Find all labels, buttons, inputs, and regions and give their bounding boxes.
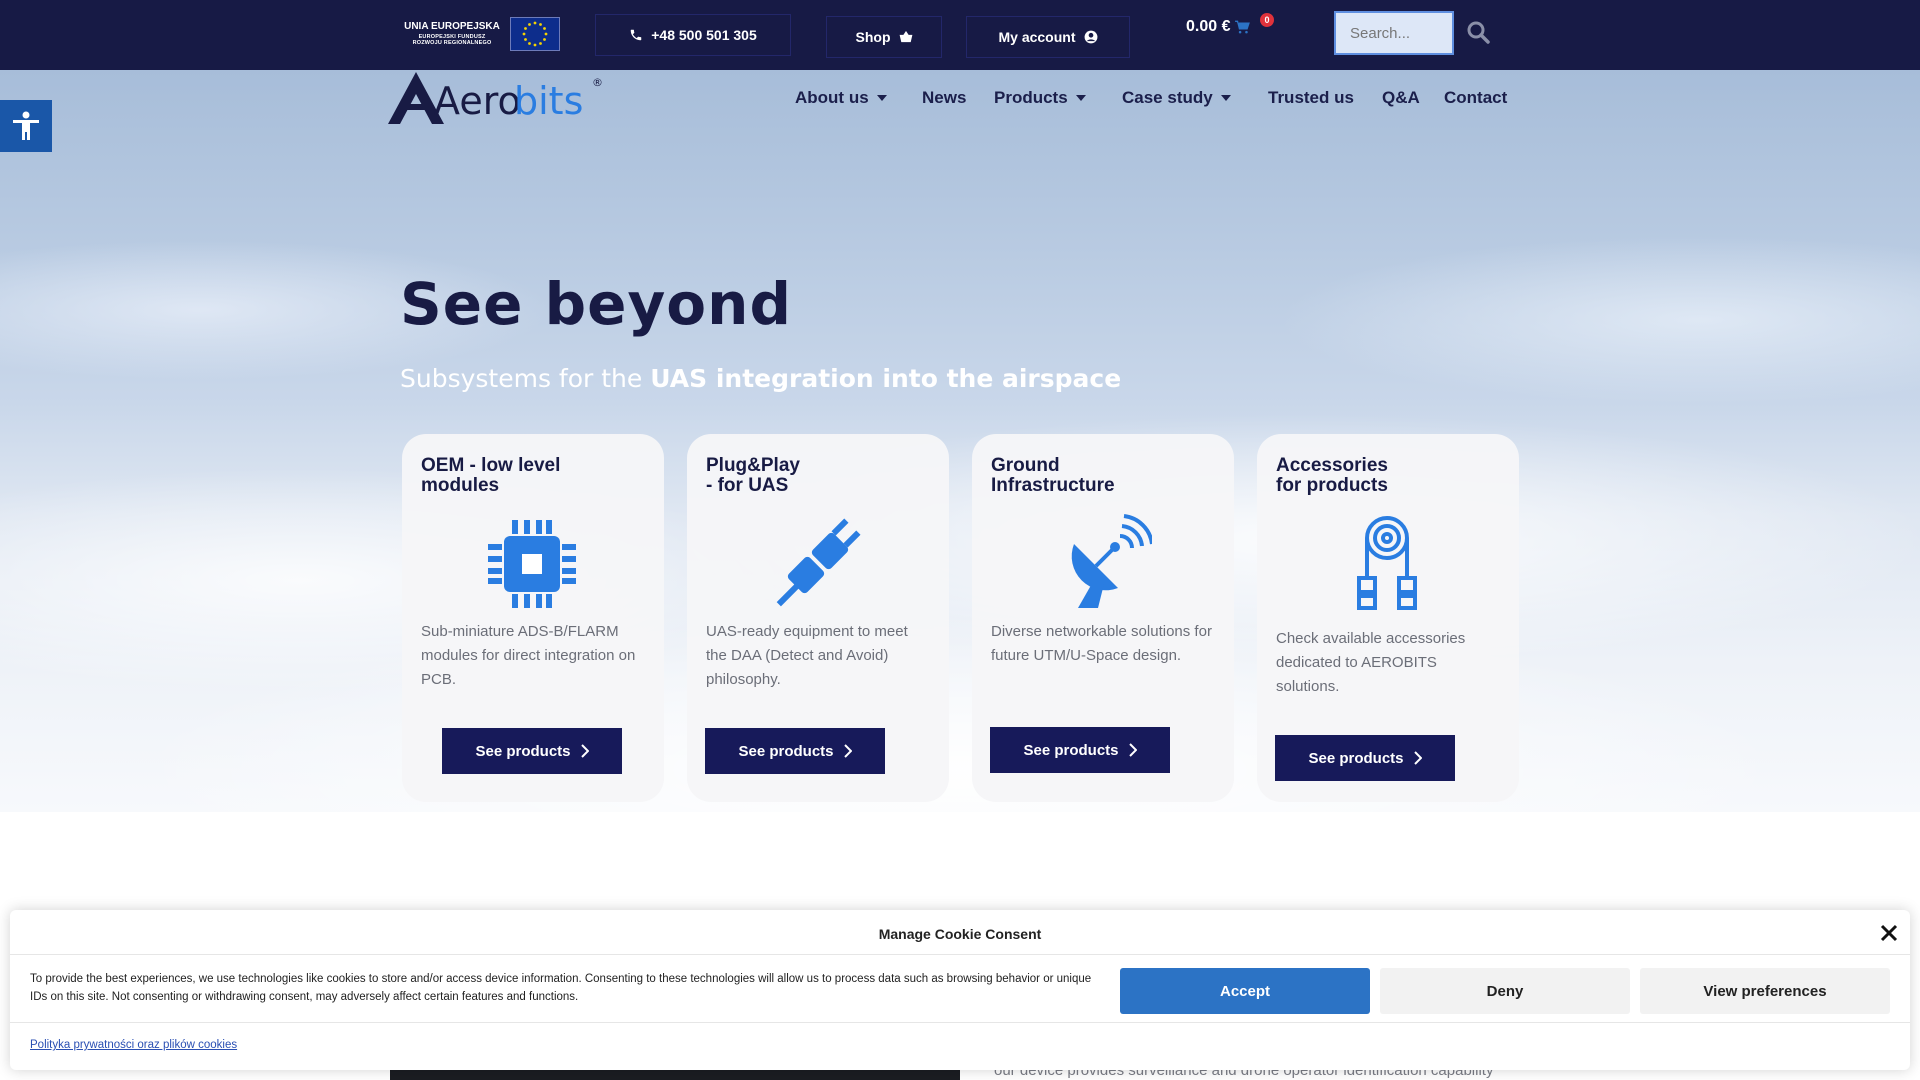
nav-trusted-us[interactable]: Trusted us — [1268, 88, 1354, 108]
divider — [10, 954, 1910, 955]
search-icon — [1467, 21, 1490, 44]
cart-count-badge: 0 — [1260, 13, 1274, 27]
card-description: UAS-ready equipment to meet the DAA (Det… — [706, 623, 908, 688]
phone-icon — [631, 29, 642, 41]
nav-case-study[interactable]: Case study — [1122, 88, 1231, 108]
nav-about-us-label: About us — [795, 88, 869, 107]
hero-subtitle-plain: Subsystems for the — [400, 364, 651, 393]
deny-button[interactable]: Deny — [1380, 968, 1630, 1014]
nav-trusted-us-label: Trusted us — [1268, 88, 1354, 107]
cookie-consent-banner: Manage Cookie Consent To provide the bes… — [10, 910, 1910, 1070]
cart-link[interactable]: 0.00 € 0 — [1186, 13, 1274, 36]
my-account-link[interactable]: My account — [966, 16, 1130, 58]
nav-qa[interactable]: Q&A — [1382, 88, 1420, 108]
hero-title: See beyond — [400, 270, 792, 338]
my-account-label: My account — [998, 29, 1076, 45]
cart-total: 0.00 € — [1186, 18, 1231, 35]
aerobits-logo-mark: Aero bits ® — [388, 72, 603, 124]
see-products-label: See products — [738, 742, 834, 760]
shop-link[interactable]: Shop — [826, 16, 942, 58]
see-products-button[interactable]: See products — [442, 728, 622, 774]
divider — [10, 1022, 1910, 1023]
hero-subtitle: Subsystems for the UAS integration into … — [400, 364, 1121, 393]
see-products-label: See products — [475, 742, 571, 760]
nav-news-label: News — [922, 88, 967, 107]
user-circle-icon — [1084, 30, 1097, 44]
cookie-message: To provide the best experiences, we use … — [30, 973, 1092, 1003]
chevron-right-icon — [843, 744, 852, 758]
product-card-oem: OEM - low level modules Sub-miniature AD… — [402, 434, 664, 802]
accessibility-icon — [13, 111, 39, 140]
card-description: Sub-miniature ADS-B/FLARM modules for di… — [421, 623, 636, 688]
card-title: Accessories for products — [1276, 455, 1388, 496]
nav-products-label: Products — [994, 88, 1068, 107]
logo-text-bits: bits — [514, 79, 583, 123]
chevron-right-icon — [1413, 751, 1422, 765]
chevron-right-icon — [580, 744, 589, 758]
see-products-button[interactable]: See products — [705, 728, 885, 774]
chevron-down-icon — [876, 95, 887, 101]
nav-contact[interactable]: Contact — [1444, 88, 1507, 108]
aerobits-logo[interactable]: Aero bits ® — [388, 70, 606, 128]
see-products-button[interactable]: See products — [1275, 735, 1455, 781]
chevron-right-icon — [1128, 743, 1137, 757]
cart-icon — [1235, 20, 1251, 34]
nav-products[interactable]: Products — [994, 88, 1086, 108]
nav-contact-label: Contact — [1444, 88, 1508, 107]
card-title: OEM - low level modules — [421, 455, 561, 496]
phone-link[interactable]: +48 500 501 305 — [595, 14, 791, 56]
nav-qa-label: Q&A — [1382, 88, 1420, 107]
close-icon — [1880, 924, 1898, 942]
card-title: Ground Infrastructure — [991, 455, 1115, 496]
nav-case-study-label: Case study — [1122, 88, 1213, 107]
accessibility-toggle-button[interactable] — [0, 100, 52, 152]
search-input[interactable] — [1334, 11, 1454, 55]
eu-line3: ROZWOJU REGIONALNEGO — [412, 40, 492, 46]
product-card-accessories: Accessories for products Check available… — [1257, 434, 1519, 802]
chevron-down-icon — [1220, 95, 1231, 101]
card-description: Check available accessories dedicated to… — [1276, 630, 1466, 695]
see-products-label: See products — [1308, 749, 1404, 767]
privacy-policy-link[interactable]: Polityka prywatności oraz plików cookies — [30, 1039, 237, 1051]
eu-flag-icon — [510, 17, 560, 51]
basket-icon — [899, 31, 912, 43]
phone-number: +48 500 501 305 — [651, 27, 757, 43]
see-products-label: See products — [1023, 741, 1119, 759]
nav-about-us[interactable]: About us — [795, 88, 887, 108]
hero-subtitle-bold: UAS integration into the airspace — [650, 364, 1122, 393]
logo-text-aero: Aero — [434, 79, 521, 123]
accept-button[interactable]: Accept — [1120, 968, 1370, 1014]
top-bar: UNIA EUROPEJSKA EUROPEJSKI FUNDUSZ ROZWO… — [0, 0, 1920, 70]
nav-news[interactable]: News — [922, 88, 966, 108]
eu-funding-logo: UNIA EUROPEJSKA EUROPEJSKI FUNDUSZ ROZWO… — [400, 14, 564, 54]
shop-label: Shop — [855, 29, 891, 45]
cable-connector-icon — [1337, 514, 1437, 614]
search-button[interactable] — [1466, 20, 1494, 48]
eu-line1: UNIA EUROPEJSKA — [404, 20, 500, 32]
satellite-dish-icon — [1052, 514, 1154, 614]
hero-section: Aero bits ® About us News Products Case … — [0, 70, 1920, 812]
close-button[interactable] — [1880, 924, 1900, 944]
cookie-title: Manage Cookie Consent — [878, 926, 1042, 942]
card-description: Diverse networkable solutions for future… — [991, 623, 1212, 664]
logo-registered-mark: ® — [592, 76, 603, 89]
product-card-ground: Ground Infrastructure Diverse networkabl… — [972, 434, 1234, 802]
view-preferences-button[interactable]: View preferences — [1640, 968, 1890, 1014]
chevron-down-icon — [1075, 95, 1086, 101]
plug-icon — [767, 514, 867, 614]
product-card-plug-play: Plug&Play - for UAS UAS-ready equipment … — [687, 434, 949, 802]
see-products-button[interactable]: See products — [990, 727, 1170, 773]
card-title: Plug&Play - for UAS — [706, 455, 800, 496]
chip-icon — [482, 514, 582, 614]
